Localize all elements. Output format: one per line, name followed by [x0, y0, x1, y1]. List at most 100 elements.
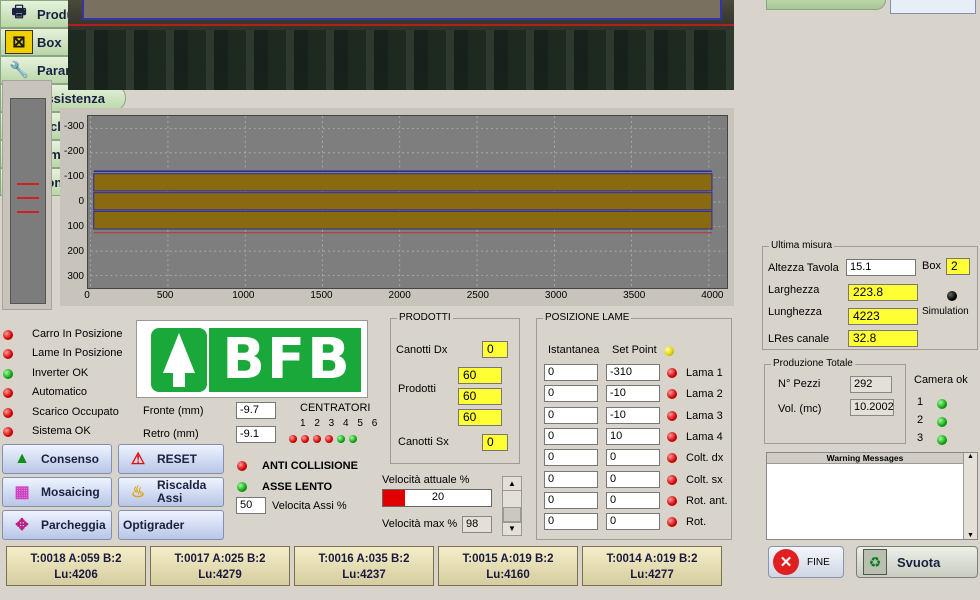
- scroll-down-icon[interactable]: ▼: [503, 521, 521, 535]
- status-led: [3, 388, 13, 399]
- warning-messages-title: Warning Messages: [767, 453, 963, 464]
- y-tick-label: -300: [63, 121, 84, 133]
- prodotto-1-field[interactable]: 60: [458, 367, 502, 384]
- x-tick-label: 2500: [466, 290, 489, 301]
- box-field[interactable]: 2: [946, 258, 970, 275]
- warning-scrollbar[interactable]: ▲ ▼: [963, 453, 977, 539]
- status-label: Carro In Posizione: [32, 328, 123, 340]
- velocita-assi-field[interactable]: 50: [236, 497, 266, 514]
- scroll-up-icon[interactable]: ▲: [503, 477, 521, 491]
- move-arrows-icon: ✥: [15, 517, 29, 534]
- consenso-label: Consenso: [41, 452, 100, 466]
- board-status-line1: T:0015 A:019 B:2: [462, 553, 554, 565]
- prodotto-3-field[interactable]: 60: [458, 409, 502, 426]
- lunghezza-label: Lunghezza: [768, 306, 822, 318]
- top-right-partial-button[interactable]: [890, 0, 976, 14]
- status-label: Sistema OK: [32, 425, 91, 437]
- warning-icon: ⚠: [130, 451, 146, 468]
- lama-istantanea-field[interactable]: 0: [544, 427, 598, 445]
- lama-istantanea-field[interactable]: 0: [544, 513, 598, 531]
- y-tick-label: 200: [67, 245, 84, 257]
- pezzi-field[interactable]: 292: [850, 376, 892, 393]
- canotti-sx-label: Canotti Sx: [398, 436, 449, 448]
- board-status-line1: T:0017 A:025 B:2: [174, 553, 266, 565]
- y-tick-label: 0: [78, 196, 84, 207]
- anti-collisione-label: ANTI COLLISIONE: [262, 460, 358, 472]
- retro-field[interactable]: -9.1: [236, 426, 276, 443]
- reset-label: RESET: [157, 452, 198, 466]
- fronte-field[interactable]: -9.7: [236, 402, 276, 419]
- velocita-max-field[interactable]: 98: [462, 516, 492, 533]
- simulation-led: [947, 291, 957, 301]
- riscalda-assi-button[interactable]: ♨ Riscalda Assi: [118, 477, 224, 507]
- parcheggia-button[interactable]: ✥ Parcheggia: [2, 510, 112, 540]
- vol-field[interactable]: 10.2002: [850, 399, 894, 416]
- printer-icon: 🖶: [11, 3, 27, 21]
- lunghezza-field[interactable]: 4223: [848, 308, 918, 325]
- board-status-box: T:0015 A:019 B:2 Lu:4160: [438, 546, 578, 586]
- lama-setpoint-field[interactable]: -10: [606, 406, 660, 424]
- lama-istantanea-field[interactable]: 0: [544, 449, 598, 467]
- y-tick-label: -100: [63, 171, 84, 183]
- lama-label: Lama 3: [686, 409, 723, 422]
- scroll-down-icon[interactable]: ▼: [964, 532, 977, 539]
- lama-setpoint-field[interactable]: -310: [606, 364, 660, 381]
- lama-setpoint-field[interactable]: 0: [606, 491, 660, 509]
- asse-lento-led: [237, 482, 247, 492]
- riscalda-label: Riscalda Assi: [157, 478, 207, 505]
- camera-view: [68, 0, 734, 90]
- centratori-label: CENTRATORI: [300, 402, 371, 414]
- lama-istantanea-field[interactable]: 0: [544, 491, 598, 509]
- fine-label: FINE: [807, 556, 830, 568]
- lres-field[interactable]: 32.8: [848, 330, 918, 347]
- lama-led: [667, 495, 677, 506]
- centratore-led: [289, 435, 297, 443]
- istantanea-header: Istantanea: [548, 344, 600, 356]
- board-segment: [93, 173, 713, 192]
- canotti-dx-label: Canotti Dx: [396, 344, 448, 356]
- canotti-dx-field[interactable]: 0: [482, 341, 508, 358]
- lama-setpoint-field[interactable]: 0: [606, 449, 660, 467]
- consenso-button[interactable]: ▲ Consenso: [2, 444, 112, 474]
- status-led: [3, 330, 13, 340]
- status-label: Lame In Posizione: [32, 347, 123, 360]
- lama-setpoint-field[interactable]: 0: [606, 513, 660, 531]
- lama-istantanea-field[interactable]: 0: [544, 364, 598, 381]
- menu-label: Box: [37, 34, 62, 50]
- indicator-mark: [17, 183, 39, 185]
- menu-top-partial-button[interactable]: [766, 0, 886, 10]
- board-status-line2: Lu:4279: [198, 569, 242, 581]
- camera-number: 3: [917, 432, 924, 444]
- svuota-button[interactable]: ♻ Svuota: [856, 546, 978, 578]
- board-segment: [93, 192, 713, 211]
- box-label: Box: [922, 260, 941, 272]
- canotti-sx-field[interactable]: 0: [482, 434, 508, 451]
- larghezza-field[interactable]: 223.8: [848, 284, 918, 301]
- centratore-led: [349, 435, 357, 443]
- reset-button[interactable]: ⚠ RESET: [118, 444, 224, 474]
- wrench-icon: 🔧: [9, 62, 29, 79]
- lama-istantanea-field[interactable]: 0: [544, 406, 598, 424]
- mosaicing-button[interactable]: ▦ Mosaicing: [2, 477, 112, 507]
- prodotto-2-field[interactable]: 60: [458, 388, 502, 405]
- warning-messages-box[interactable]: Warning Messages ▲ ▼: [766, 452, 978, 540]
- scroll-up-icon[interactable]: ▲: [964, 453, 977, 460]
- board-segment: [93, 210, 713, 230]
- altezza-field[interactable]: 15.1: [846, 259, 916, 276]
- lama-istantanea-field[interactable]: 0: [544, 470, 598, 488]
- velocita-attuale-value: 20: [431, 491, 445, 503]
- optigrader-button[interactable]: Optigrader: [118, 510, 224, 540]
- lama-setpoint-field[interactable]: 10: [606, 427, 660, 445]
- velocita-scrollbar[interactable]: ▲ ▼: [502, 476, 522, 536]
- lama-setpoint-field[interactable]: 0: [606, 470, 660, 488]
- lama-led: [667, 431, 677, 442]
- status-label: Automatico: [32, 386, 88, 399]
- fine-button[interactable]: ✕ FINE: [768, 546, 844, 578]
- lres-label: LRes canale: [768, 333, 830, 345]
- lama-label: Lama 1: [686, 367, 723, 379]
- lama-istantanea-field[interactable]: 0: [544, 385, 598, 403]
- velocita-assi-label: Velocita Assi %: [272, 500, 347, 512]
- lama-setpoint-field[interactable]: -10: [606, 385, 660, 403]
- x-tick-label: 1500: [310, 290, 333, 301]
- board-status-line1: T:0014 A:019 B:2: [606, 553, 698, 565]
